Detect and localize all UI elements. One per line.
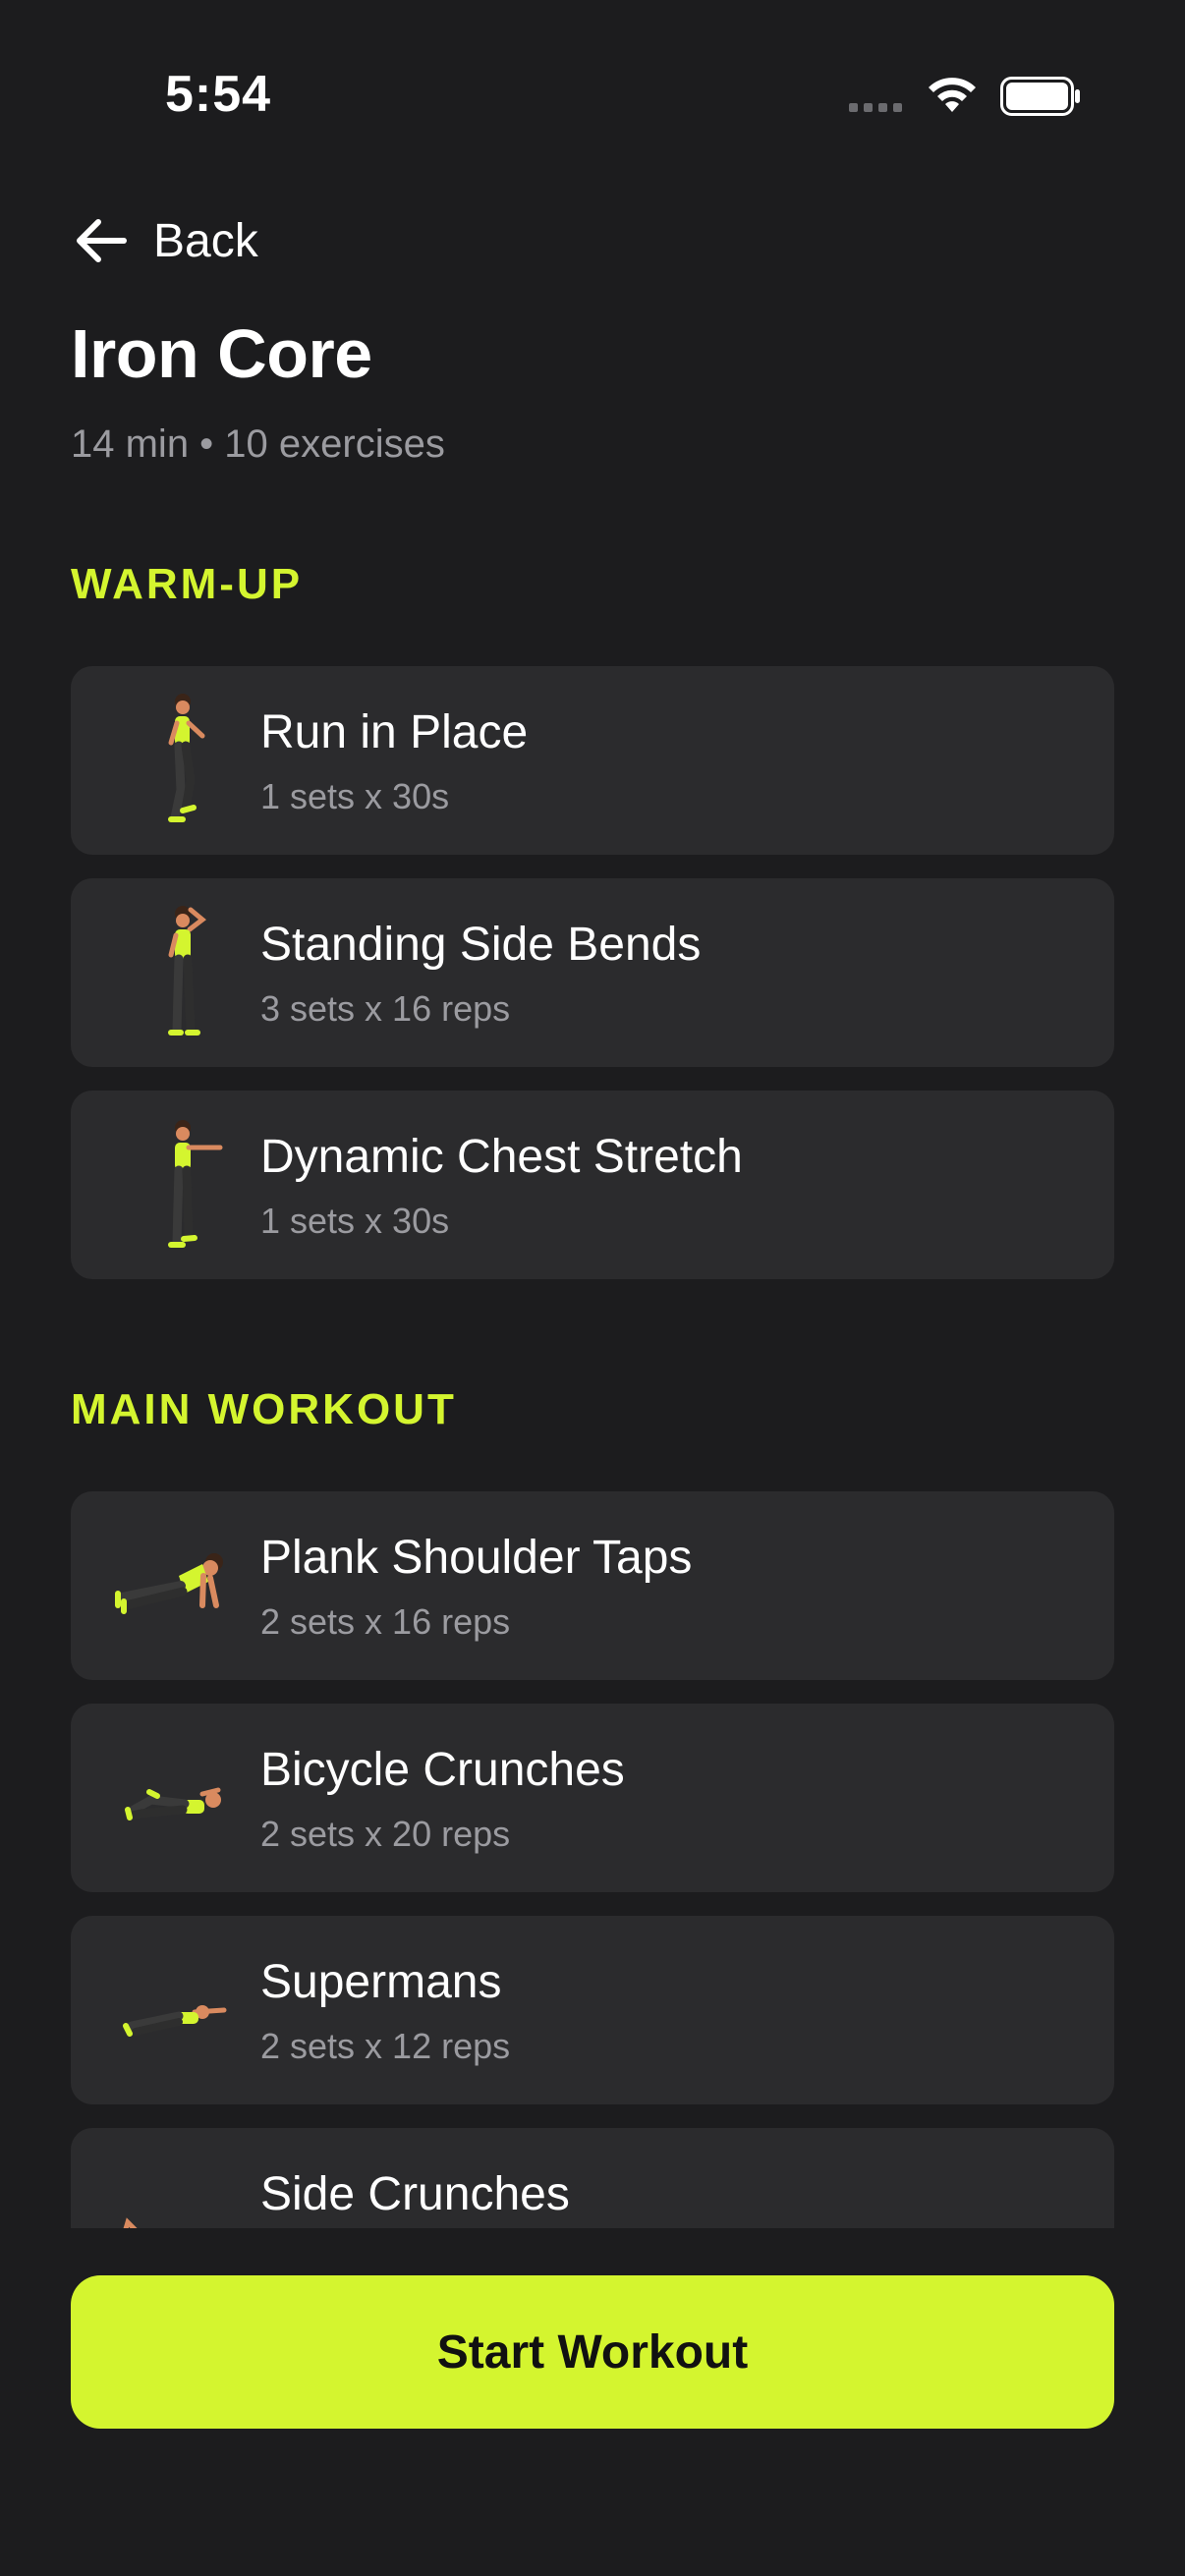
exercise-list[interactable]: WARM-UP Run in Place 1 sets x 30s Standi… xyxy=(0,0,1185,2228)
side-bend-figure-icon xyxy=(168,906,206,1036)
exercise-name: Bicycle Crunches xyxy=(260,1744,625,1796)
exercise-card[interactable]: Standing Side Bends 3 sets x 16 reps xyxy=(71,878,1114,1067)
run-in-place-figure-icon xyxy=(168,694,205,822)
start-workout-button[interactable]: Start Workout xyxy=(71,2275,1114,2429)
exercise-card[interactable]: Dynamic Chest Stretch 1 sets x 30s xyxy=(71,1091,1114,1279)
exercise-name: Side Crunches xyxy=(260,2168,570,2220)
side-crunch-figure-icon xyxy=(123,2217,138,2228)
superman-figure-icon xyxy=(123,2005,227,2037)
exercise-card[interactable]: Run in Place 1 sets x 30s xyxy=(71,666,1114,855)
exercise-name: Run in Place xyxy=(260,706,529,758)
exercise-detail: 1 sets x 30s xyxy=(260,776,450,816)
exercise-detail: 2 sets x 12 reps xyxy=(260,2026,511,2066)
exercise-name: Standing Side Bends xyxy=(260,919,702,971)
exercise-card[interactable]: Side Crunches xyxy=(71,2128,1114,2228)
section-title-main: MAIN WORKOUT xyxy=(71,1385,457,1433)
exercise-detail: 2 sets x 20 reps xyxy=(260,1814,511,1854)
exercise-name: Supermans xyxy=(260,1956,502,2008)
exercise-detail: 1 sets x 30s xyxy=(260,1201,450,1241)
exercise-name: Plank Shoulder Taps xyxy=(260,1532,693,1584)
plank-figure-icon xyxy=(115,1553,223,1614)
exercise-card[interactable]: Plank Shoulder Taps 2 sets x 16 reps xyxy=(71,1491,1114,1680)
exercise-card[interactable]: Supermans 2 sets x 12 reps xyxy=(71,1916,1114,2104)
chest-stretch-figure-icon xyxy=(168,1120,223,1248)
exercise-card[interactable]: Bicycle Crunches 2 sets x 20 reps xyxy=(71,1704,1114,1892)
exercise-name: Dynamic Chest Stretch xyxy=(260,1131,743,1183)
section-title-warmup: WARM-UP xyxy=(71,560,304,608)
exercise-detail: 3 sets x 16 reps xyxy=(260,988,511,1029)
exercise-detail: 2 sets x 16 reps xyxy=(260,1601,511,1642)
bicycle-crunch-figure-icon xyxy=(125,1787,221,1820)
